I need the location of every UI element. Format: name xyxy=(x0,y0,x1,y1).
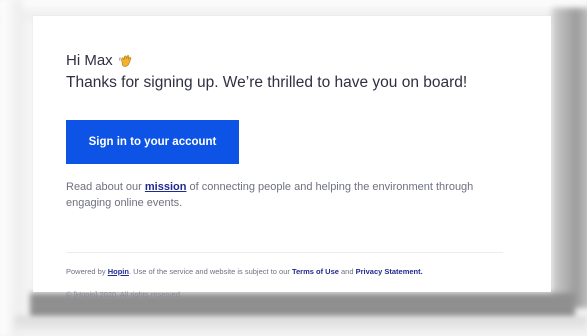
backdrop-right xyxy=(552,8,587,308)
backdrop-left xyxy=(0,0,22,336)
greeting: Hi Max xyxy=(66,52,134,69)
copyright-text: © [Hopin] 2020. All rights reserved. xyxy=(66,290,183,299)
mission-prefix: Read about our xyxy=(66,181,145,193)
welcome-headline: Thanks for signing up. We’re thrilled to… xyxy=(66,74,468,91)
mission-paragraph: Read about our mission of connecting peo… xyxy=(66,179,486,211)
footer-legal: Powered by Hopin. Use of the service and… xyxy=(66,267,423,276)
hopin-link[interactable]: Hopin xyxy=(108,267,129,276)
waving-hand-icon xyxy=(118,53,134,69)
backdrop-bottom-fade xyxy=(15,316,587,336)
footer-and-text: and xyxy=(338,267,356,276)
sign-in-button[interactable]: Sign in to your account xyxy=(66,120,239,164)
mission-link[interactable]: mission xyxy=(145,181,187,193)
footer-middle-text: . Use of the service and website is subj… xyxy=(128,267,292,276)
greeting-text: Hi Max xyxy=(66,52,113,69)
email-card: Hi Max Thanks for signing up. We’re thri… xyxy=(33,16,551,299)
privacy-statement-link[interactable]: Privacy Statement. xyxy=(356,267,423,276)
screenshot-stage: Hi Max Thanks for signing up. We’re thri… xyxy=(0,0,587,336)
powered-by-text: Powered by xyxy=(66,267,108,276)
terms-of-use-link[interactable]: Terms of Use xyxy=(292,267,339,276)
footer-divider xyxy=(66,252,503,253)
